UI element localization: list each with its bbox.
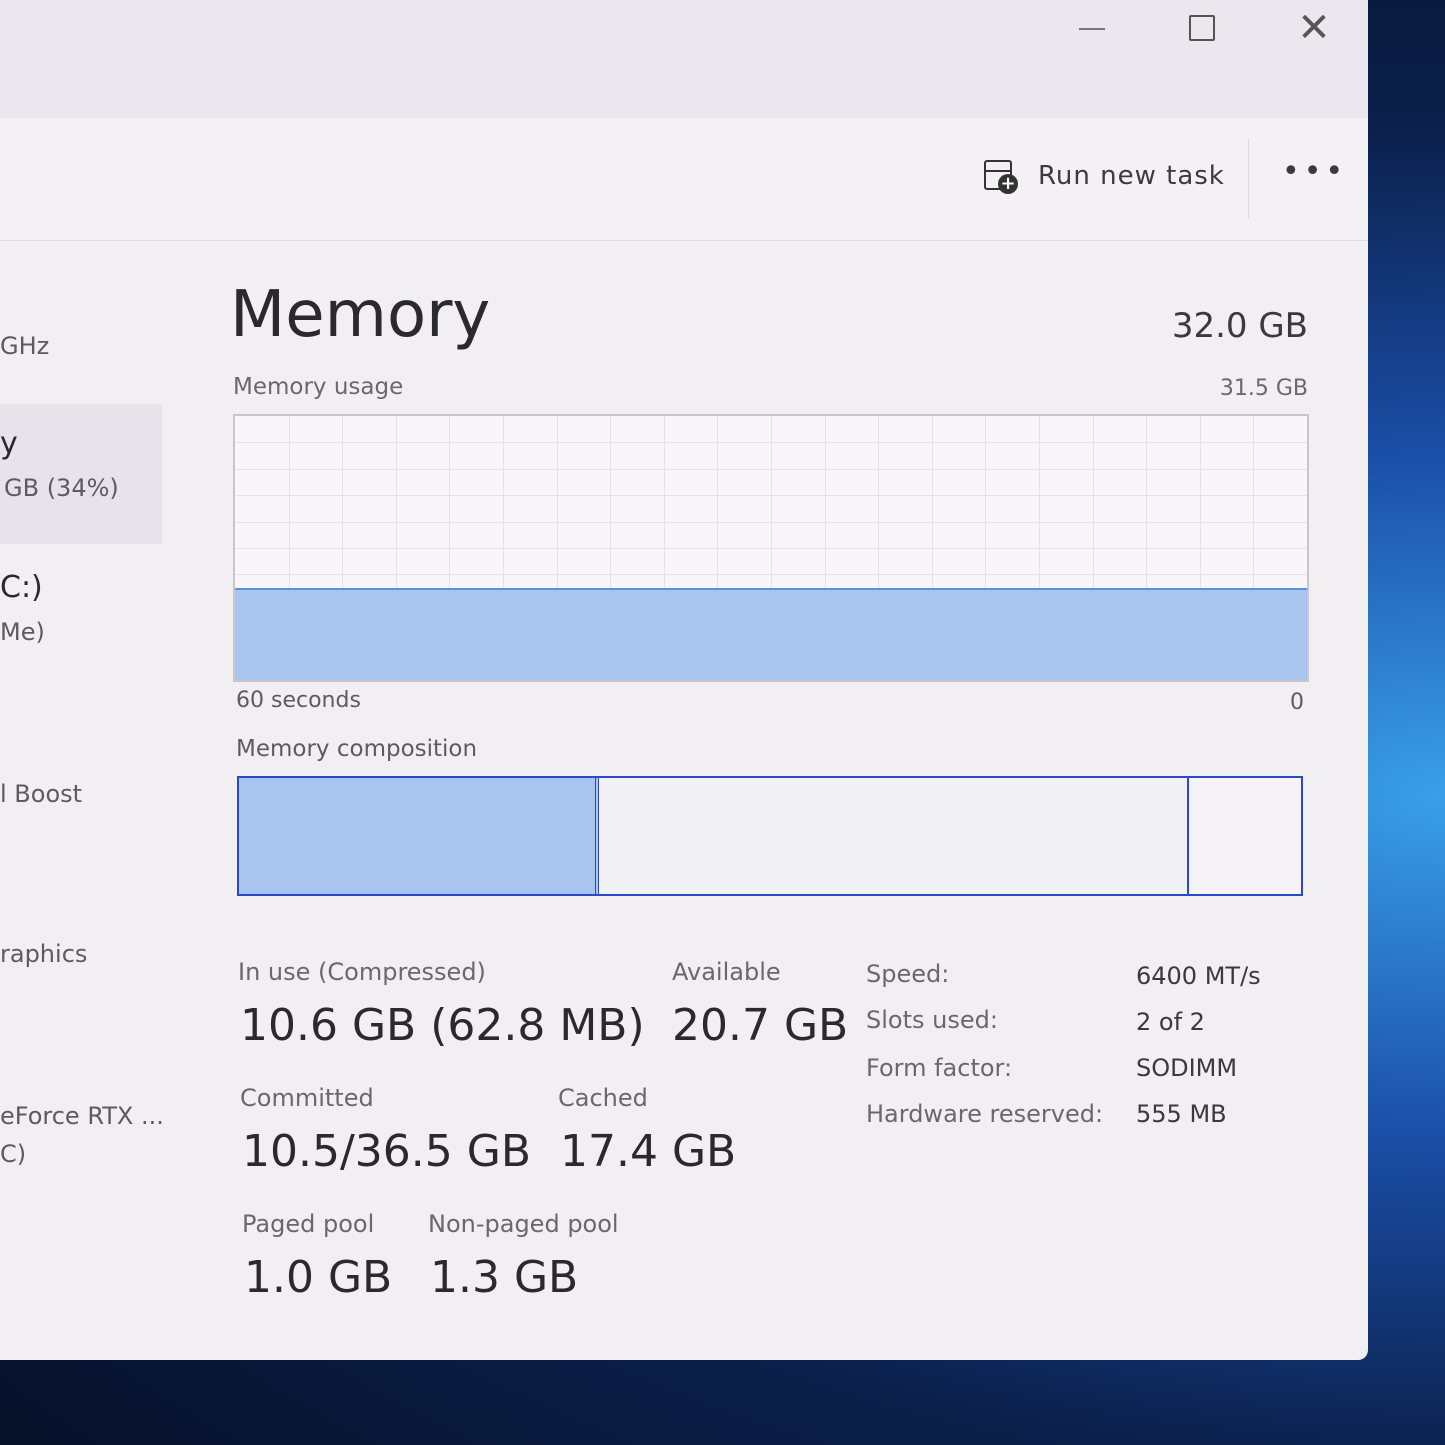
- in-use-label: In use (Compressed): [238, 958, 486, 986]
- memory-composition-bar: [237, 776, 1303, 896]
- detail-key-form-factor: Form factor:: [866, 1054, 1013, 1082]
- detail-value-slots: 2 of 2: [1136, 1008, 1205, 1036]
- run-new-task-button[interactable]: + Run new task: [982, 154, 1225, 198]
- sidebar-item-boost[interactable]: l Boost: [0, 780, 82, 808]
- sidebar-item-graphics[interactable]: raphics: [0, 940, 87, 968]
- detail-value-hardware-reserved: 555 MB: [1136, 1100, 1227, 1128]
- performance-sidebar: GHz y GB (34%) C:) Me) l Boost raphics e…: [0, 240, 180, 1360]
- maximize-button[interactable]: [1172, 8, 1232, 48]
- memory-total: 32.0 GB: [1171, 306, 1308, 346]
- detail-key-speed: Speed:: [866, 960, 950, 988]
- sidebar-item-memory-title: y: [0, 426, 18, 461]
- sidebar-item-gpu-title[interactable]: eForce RTX ...: [0, 1102, 164, 1130]
- composition-standby-segment[interactable]: [598, 778, 1190, 894]
- command-bar: + Run new task •••: [0, 118, 1368, 241]
- page-title: Memory: [230, 278, 491, 352]
- memory-usage-label: Memory usage: [233, 374, 404, 400]
- sidebar-item-disk-sub: Me): [0, 618, 45, 646]
- maximize-icon: [1189, 15, 1215, 41]
- run-new-task-label: Run new task: [1038, 161, 1225, 191]
- task-manager-window: ✕ + Run new task ••• GHz y GB (34%) C:) …: [0, 0, 1368, 1360]
- minimize-icon: [1079, 28, 1105, 30]
- close-button[interactable]: ✕: [1284, 5, 1344, 51]
- composition-in-use-segment[interactable]: [239, 778, 599, 894]
- committed-value: 10.5/36.5 GB: [242, 1126, 532, 1177]
- memory-usage-fill: [235, 588, 1307, 680]
- title-bar: ✕: [0, 0, 1368, 118]
- close-icon: ✕: [1297, 5, 1331, 51]
- detail-key-slots: Slots used:: [866, 1006, 998, 1034]
- cached-value: 17.4 GB: [560, 1126, 737, 1177]
- nonpaged-pool-value: 1.3 GB: [430, 1252, 579, 1303]
- detail-key-hardware-reserved: Hardware reserved:: [866, 1100, 1104, 1128]
- toolbar-separator: [1248, 138, 1249, 218]
- committed-label: Committed: [240, 1084, 374, 1112]
- memory-usage-graph: [233, 414, 1309, 682]
- composition-free-segment[interactable]: [1189, 778, 1301, 894]
- more-options-button[interactable]: •••: [1282, 154, 1347, 189]
- paged-pool-label: Paged pool: [242, 1210, 375, 1238]
- sidebar-item-gpu-sub: C): [0, 1140, 27, 1168]
- sidebar-item-disk-title[interactable]: C:): [0, 570, 43, 605]
- available-label: Available: [672, 958, 781, 986]
- sidebar-item-cpu-speed[interactable]: GHz: [0, 332, 49, 360]
- memory-composition-label: Memory composition: [236, 736, 478, 762]
- available-value: 20.7 GB: [672, 1000, 849, 1051]
- memory-usage-max: 31.5 GB: [1219, 376, 1308, 401]
- in-use-value: 10.6 GB (62.8 MB): [240, 1000, 645, 1051]
- nonpaged-pool-label: Non-paged pool: [428, 1210, 619, 1238]
- graph-time-right: 0: [1290, 690, 1304, 715]
- paged-pool-value: 1.0 GB: [244, 1252, 393, 1303]
- sidebar-item-memory-usage: GB (34%): [4, 474, 119, 502]
- run-task-icon: +: [982, 158, 1018, 194]
- cached-label: Cached: [558, 1084, 648, 1112]
- detail-value-form-factor: SODIMM: [1136, 1054, 1238, 1082]
- detail-value-speed: 6400 MT/s: [1136, 962, 1261, 990]
- minimize-button[interactable]: [1062, 8, 1122, 48]
- graph-time-left: 60 seconds: [236, 688, 361, 713]
